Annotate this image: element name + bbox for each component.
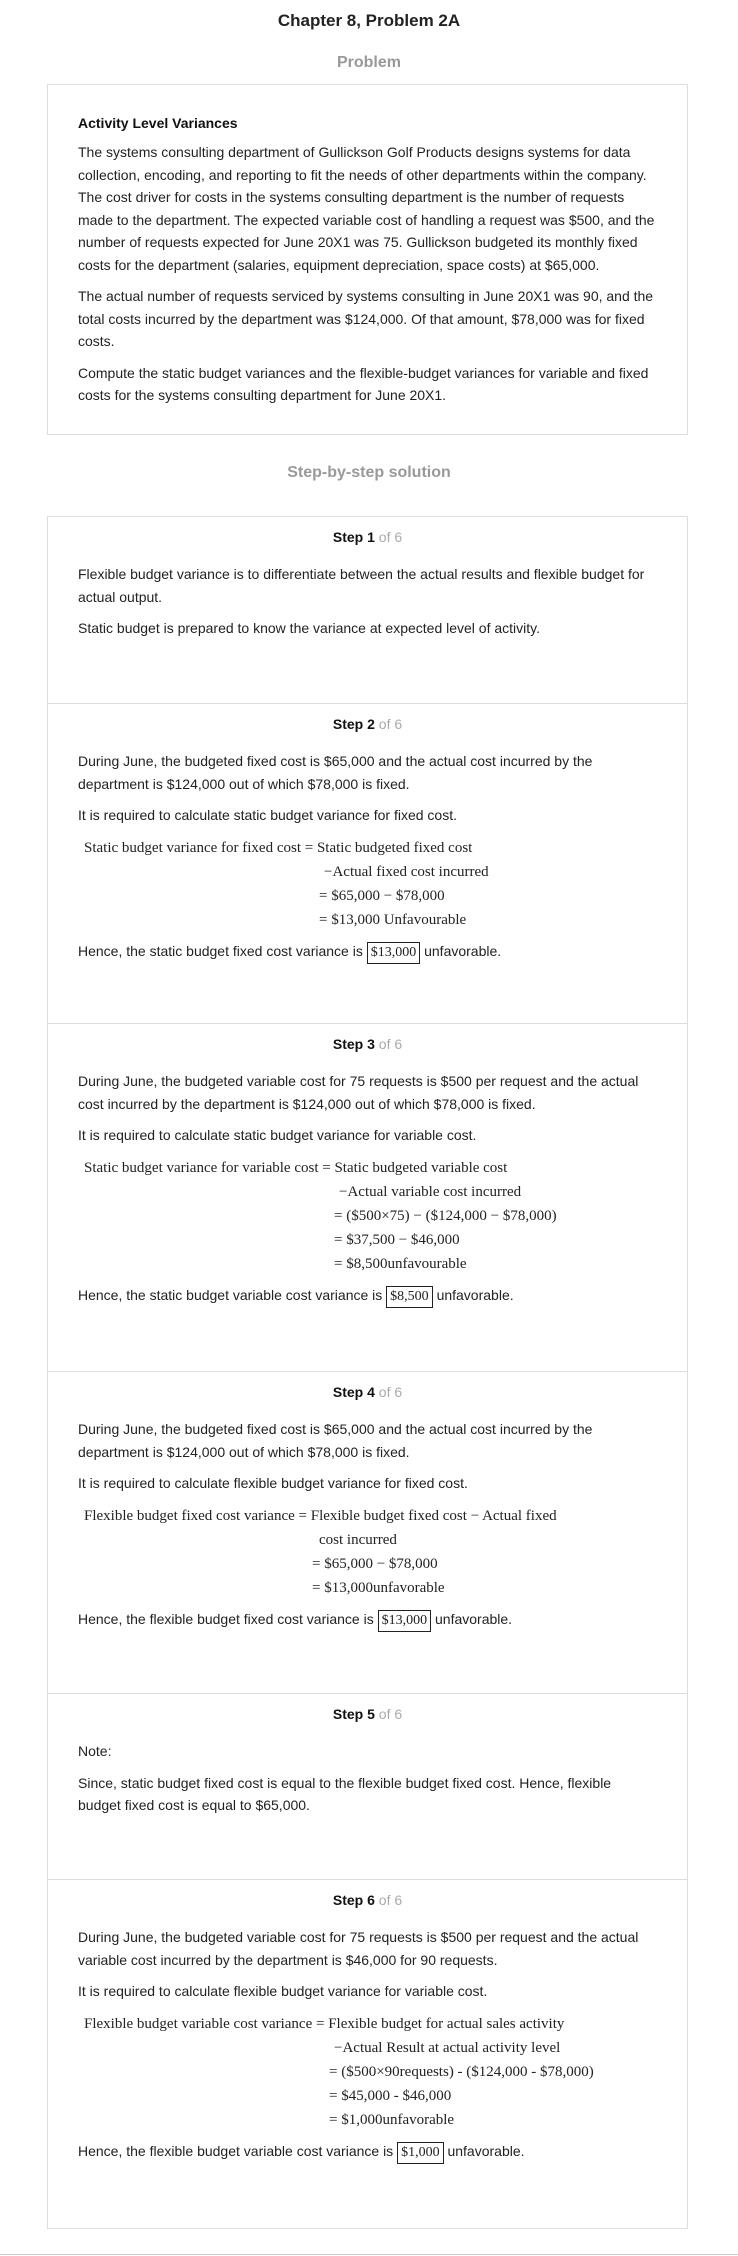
conclusion-suffix: unfavorable. [447,2142,525,2159]
math-block: Flexible budget fixed cost variance = Fl… [84,1504,657,1600]
step-paragraph: Flexible budget variance is to different… [78,566,645,605]
math-line: = $65,000 − $78,000 [319,887,445,904]
step-number: 2 [367,716,375,732]
math-block: Flexible budget variable cost variance =… [84,2012,657,2132]
answer-box: $13,000 [377,1609,432,1632]
answer-box: $13,000 [366,941,421,964]
problem-section-label: Problem [336,54,401,71]
step-conclusion: Hence, the flexible budget variable cost… [78,2140,657,2164]
solution-card: Step 1 of 6 Flexible budget variance is … [47,516,688,2229]
step-word: Step [332,1892,364,1908]
problem-paragraph: Compute the static budget variances and … [78,364,649,404]
step-1: Step 1 of 6 Flexible budget variance is … [48,517,687,704]
answer-box: $1,000 [397,2141,444,2164]
step-number: 1 [367,529,375,545]
step-header: Step 6 of 6 [78,1880,657,1910]
problem-paragraph: The actual number of requests serviced b… [78,288,654,349]
step-5: Step 5 of 6 Note: Since, static budget f… [48,1694,687,1880]
math-line: −Actual Result at actual activity level [334,2039,561,2056]
conclusion-suffix: unfavorable. [424,942,502,959]
math-line: = $8,500unfavourable [334,1255,467,1272]
math-block: Static budget variance for variable cost… [84,1156,657,1276]
problem-heading: Activity Level Variances [78,115,238,131]
solution-section-label: Step-by-step solution [287,464,451,481]
math-line: = ($500×75) − ($124,000 − $78,000) [334,1207,557,1224]
step-paragraph: During June, the budgeted variable cost … [78,1073,639,1112]
step-number: 6 [367,1892,375,1908]
step-paragraph: During June, the budgeted variable cost … [78,1929,639,1968]
step-paragraph: Static budget is prepared to know the va… [78,620,540,636]
step-paragraph: It is required to calculate flexible bud… [78,1475,468,1491]
step-of-total: of 6 [378,1384,403,1400]
page-bottom-divider [0,2254,738,2255]
page-title: Chapter 8, Problem 2A [277,11,461,30]
math-line: −Actual fixed cost incurred [324,863,489,880]
step-header: Step 3 of 6 [78,1024,657,1054]
step-header: Step 1 of 6 [78,517,657,547]
step-conclusion: Hence, the flexible budget fixed cost va… [78,1608,657,1632]
step-paragraph: During June, the budgeted fixed cost is … [78,1421,593,1460]
conclusion-text: Hence, the static budget fixed cost vari… [78,942,363,959]
step-4: Step 4 of 6 During June, the budgeted fi… [48,1372,687,1694]
math-line: = $1,000unfavorable [329,2111,455,2128]
step-6: Step 6 of 6 During June, the budgeted va… [48,1880,687,2228]
math-line: Static budget variance for fixed cost = … [84,839,473,856]
math-line: = ($500×90requests) - ($124,000 - $78,00… [329,2063,594,2080]
step-paragraph: It is required to calculate flexible bud… [78,1983,488,1999]
step-header: Step 4 of 6 [78,1372,657,1402]
problem-paragraph: The systems consulting department of Gul… [78,144,655,273]
step-of-total: of 6 [378,716,403,732]
math-line: = $65,000 − $78,000 [312,1555,438,1572]
step-word: Step [332,1036,364,1052]
step-paragraph: During June, the budgeted fixed cost is … [78,753,593,792]
math-line: Flexible budget variable cost variance =… [84,2015,565,2032]
step-header: Step 5 of 6 [78,1694,657,1724]
math-block: Static budget variance for fixed cost = … [84,836,657,932]
step-word: Step [332,716,364,732]
step-paragraph: It is required to calculate static budge… [78,807,457,823]
step-number: 5 [367,1706,375,1722]
math-line: cost incurred [319,1531,397,1548]
step-conclusion: Hence, the static budget variable cost v… [78,1284,657,1308]
step-paragraph: It is required to calculate static budge… [78,1127,477,1143]
step-header: Step 2 of 6 [78,704,657,734]
step-paragraph: Note: [78,1743,112,1759]
conclusion-suffix: unfavorable. [435,1610,513,1627]
math-line: = $37,500 − $46,000 [334,1231,460,1248]
conclusion-suffix: unfavorable. [436,1286,514,1303]
step-word: Step [332,1384,364,1400]
step-conclusion: Hence, the static budget fixed cost vari… [78,940,657,964]
conclusion-text: Hence, the flexible budget fixed cost va… [78,1610,374,1627]
step-number: 3 [367,1036,375,1052]
step-word: Step [332,529,364,545]
step-word: Step [332,1706,364,1722]
answer-box: $8,500 [386,1285,433,1308]
step-3: Step 3 of 6 During June, the budgeted va… [48,1024,687,1372]
math-line: Flexible budget fixed cost variance = Fl… [84,1507,557,1524]
math-line: = $13,000 Unfavourable [319,911,467,928]
conclusion-text: Hence, the static budget variable cost v… [78,1286,383,1303]
step-2: Step 2 of 6 During June, the budgeted fi… [48,704,687,1024]
math-line: = $45,000 - $46,000 [329,2087,452,2104]
step-of-total: of 6 [378,1706,403,1722]
math-line: −Actual variable cost incurred [339,1183,522,1200]
math-line: = $13,000unfavorable [312,1579,445,1596]
step-number: 4 [367,1384,375,1400]
step-of-total: of 6 [378,1892,403,1908]
step-of-total: of 6 [378,529,403,545]
conclusion-text: Hence, the flexible budget variable cost… [78,2142,394,2159]
math-line: Static budget variance for variable cost… [84,1159,508,1176]
problem-card: Activity Level Variances The systems con… [47,84,688,435]
step-paragraph: Since, static budget fixed cost is equal… [78,1774,612,1814]
step-of-total: of 6 [378,1036,403,1052]
